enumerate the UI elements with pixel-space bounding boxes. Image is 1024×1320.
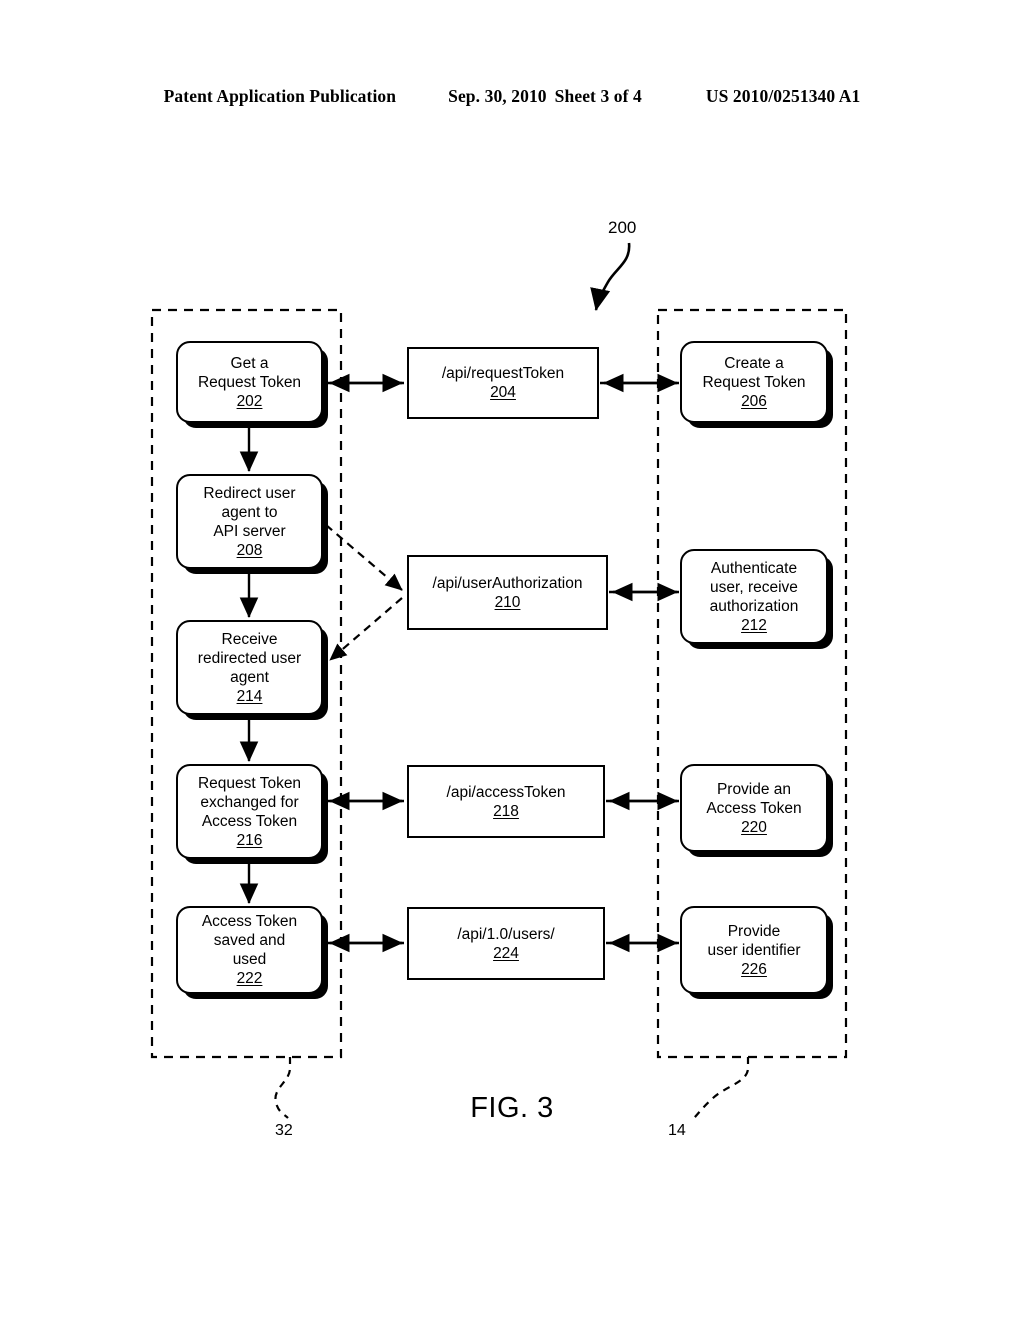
node-206-label: Create a Request Token 206 [702, 354, 806, 410]
node-216-label: Request Token exchanged for Access Token 21… [197, 774, 302, 849]
node-224-label: /api/1.0/users/224 [457, 925, 555, 962]
node-202-label: Get a Request Token 202 [197, 354, 302, 410]
node-208-label: Redirect user agent to API server 208 [203, 484, 296, 559]
node-214-label: Receive redirected user agent 214 [197, 630, 302, 705]
node-210-label: /api/userAuthorization 210 [432, 574, 583, 611]
node-220-label: Provide an Access Token 220 [706, 780, 802, 836]
diagram-ref-200: 200 [608, 218, 637, 237]
node-204-label: /api/requestToken 204 [441, 365, 565, 401]
node-226-label: Provide user identifier 226 [707, 922, 801, 978]
node-212-label: Authenticate user, receive authorization 21… [709, 559, 799, 634]
arrow-208-210-dashed [325, 524, 403, 591]
node-222-label: Access Token saved and used 222 [201, 913, 298, 987]
node-218-label: /api/accessToken 218 [446, 783, 566, 820]
figure-caption: FIG. 3 [470, 1092, 554, 1124]
diagram-ref-leader [590, 242, 631, 312]
